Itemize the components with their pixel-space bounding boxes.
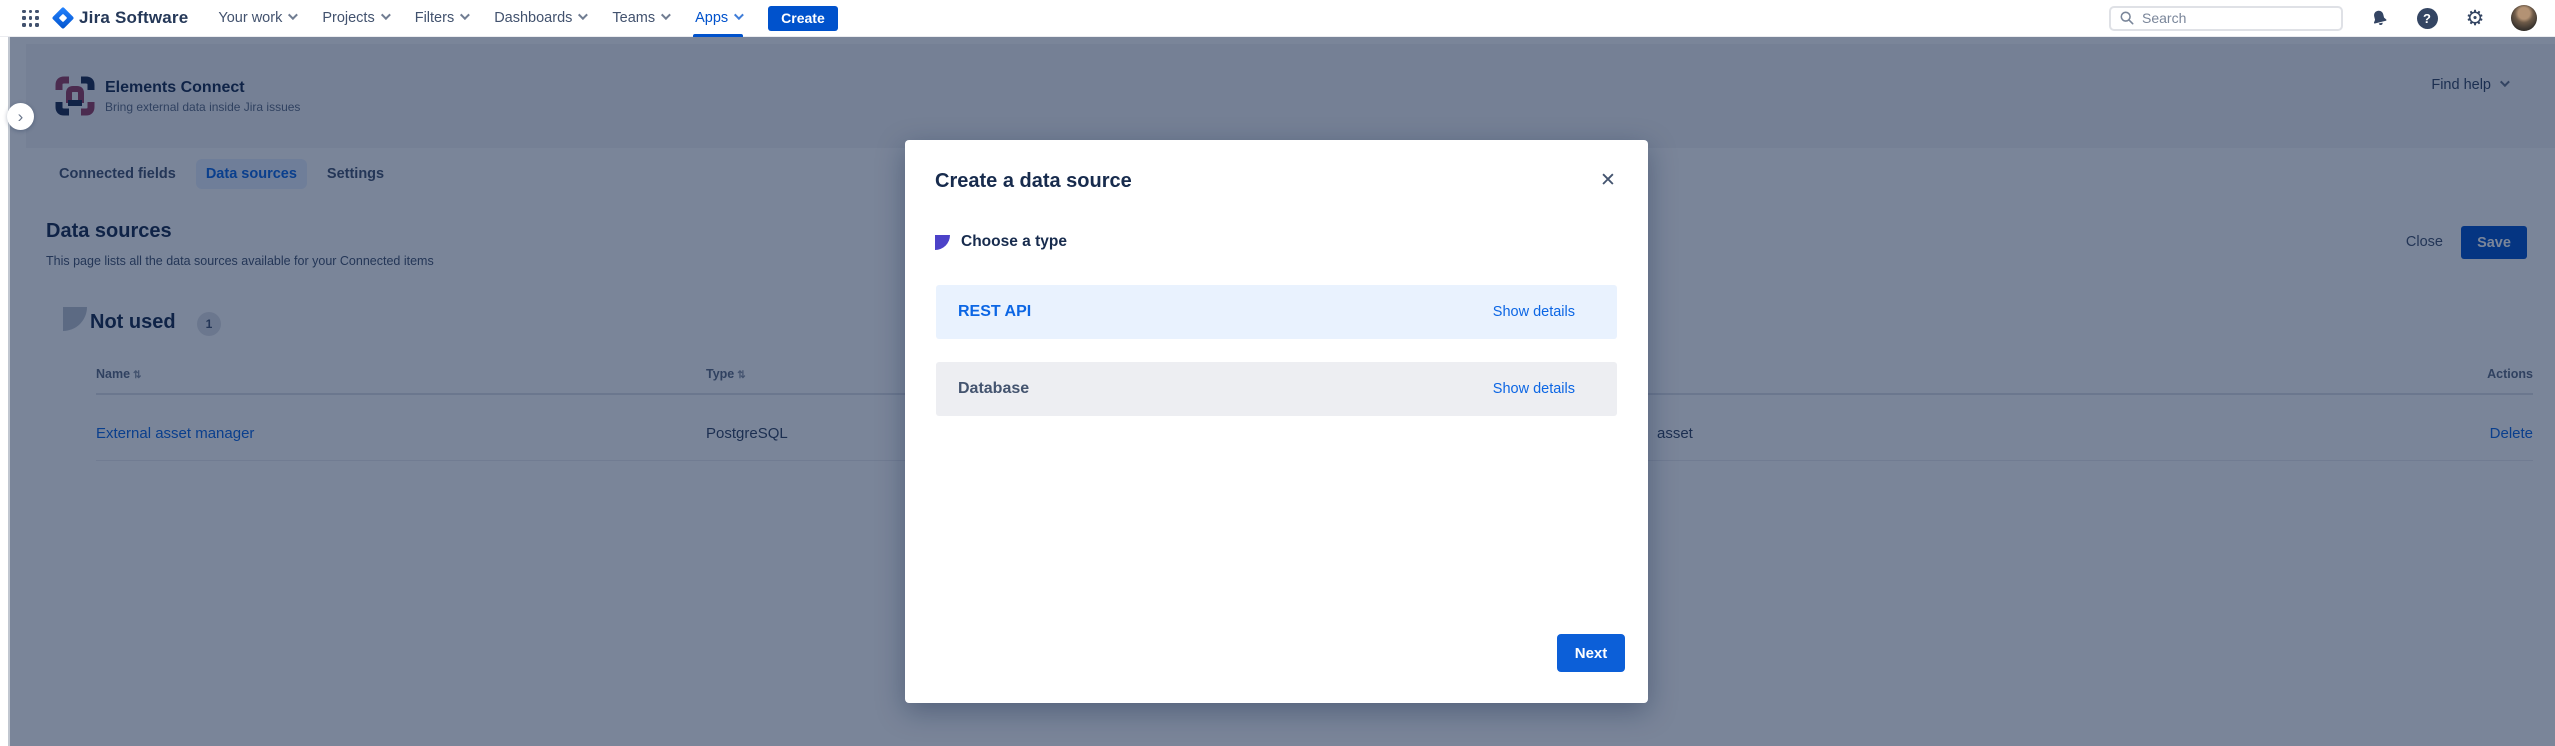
modal-step-heading: Choose a type: [935, 233, 1067, 251]
search-box[interactable]: [2109, 6, 2343, 31]
option-rest-api[interactable]: REST API Show details: [936, 285, 1617, 339]
nav-item-dashboards[interactable]: Dashboards: [494, 0, 585, 37]
help-icon[interactable]: ?: [2415, 6, 2439, 30]
user-avatar[interactable]: [2511, 5, 2537, 31]
search-input[interactable]: [2142, 10, 2332, 26]
create-button[interactable]: Create: [768, 6, 838, 31]
app-switcher-icon[interactable]: [22, 10, 39, 27]
jira-diamond-icon: [52, 7, 75, 30]
chevron-down-icon: [288, 10, 298, 20]
chevron-down-icon: [734, 10, 744, 20]
show-details-link[interactable]: Show details: [1493, 304, 1575, 320]
top-navigation: Jira Software Your work Projects Filters…: [0, 0, 2555, 37]
option-database[interactable]: Database Show details: [936, 362, 1617, 416]
show-details-link[interactable]: Show details: [1493, 381, 1575, 397]
option-label: Database: [958, 380, 1029, 398]
create-data-source-modal: Create a data source ✕ Choose a type RES…: [905, 140, 1648, 703]
step-title: Choose a type: [961, 233, 1067, 251]
chevron-down-icon: [661, 10, 671, 20]
nav-item-apps[interactable]: Apps: [695, 0, 741, 37]
next-button[interactable]: Next: [1557, 634, 1625, 672]
jira-logo[interactable]: Jira Software: [55, 8, 188, 28]
option-label: REST API: [958, 303, 1031, 321]
nav-item-teams[interactable]: Teams: [612, 0, 668, 37]
chevron-down-icon: [381, 10, 391, 20]
nav-item-filters[interactable]: Filters: [415, 0, 467, 37]
content-stage: Elements Connect Bring external data ins…: [0, 37, 2555, 746]
notifications-bell-icon[interactable]: [2367, 6, 2391, 30]
chevron-down-icon: [460, 10, 470, 20]
sidebar-expand-button[interactable]: ›: [7, 103, 34, 130]
modal-close-icon[interactable]: ✕: [1594, 166, 1622, 194]
search-icon: [2120, 11, 2134, 25]
brand-name: Jira Software: [79, 8, 188, 28]
chevron-down-icon: [578, 10, 588, 20]
modal-title: Create a data source: [935, 170, 1132, 193]
settings-gear-icon[interactable]: ⚙: [2463, 6, 2487, 30]
nav-item-your-work[interactable]: Your work: [218, 0, 295, 37]
nav-item-projects[interactable]: Projects: [322, 0, 387, 37]
step-bullet-icon: [935, 235, 950, 250]
